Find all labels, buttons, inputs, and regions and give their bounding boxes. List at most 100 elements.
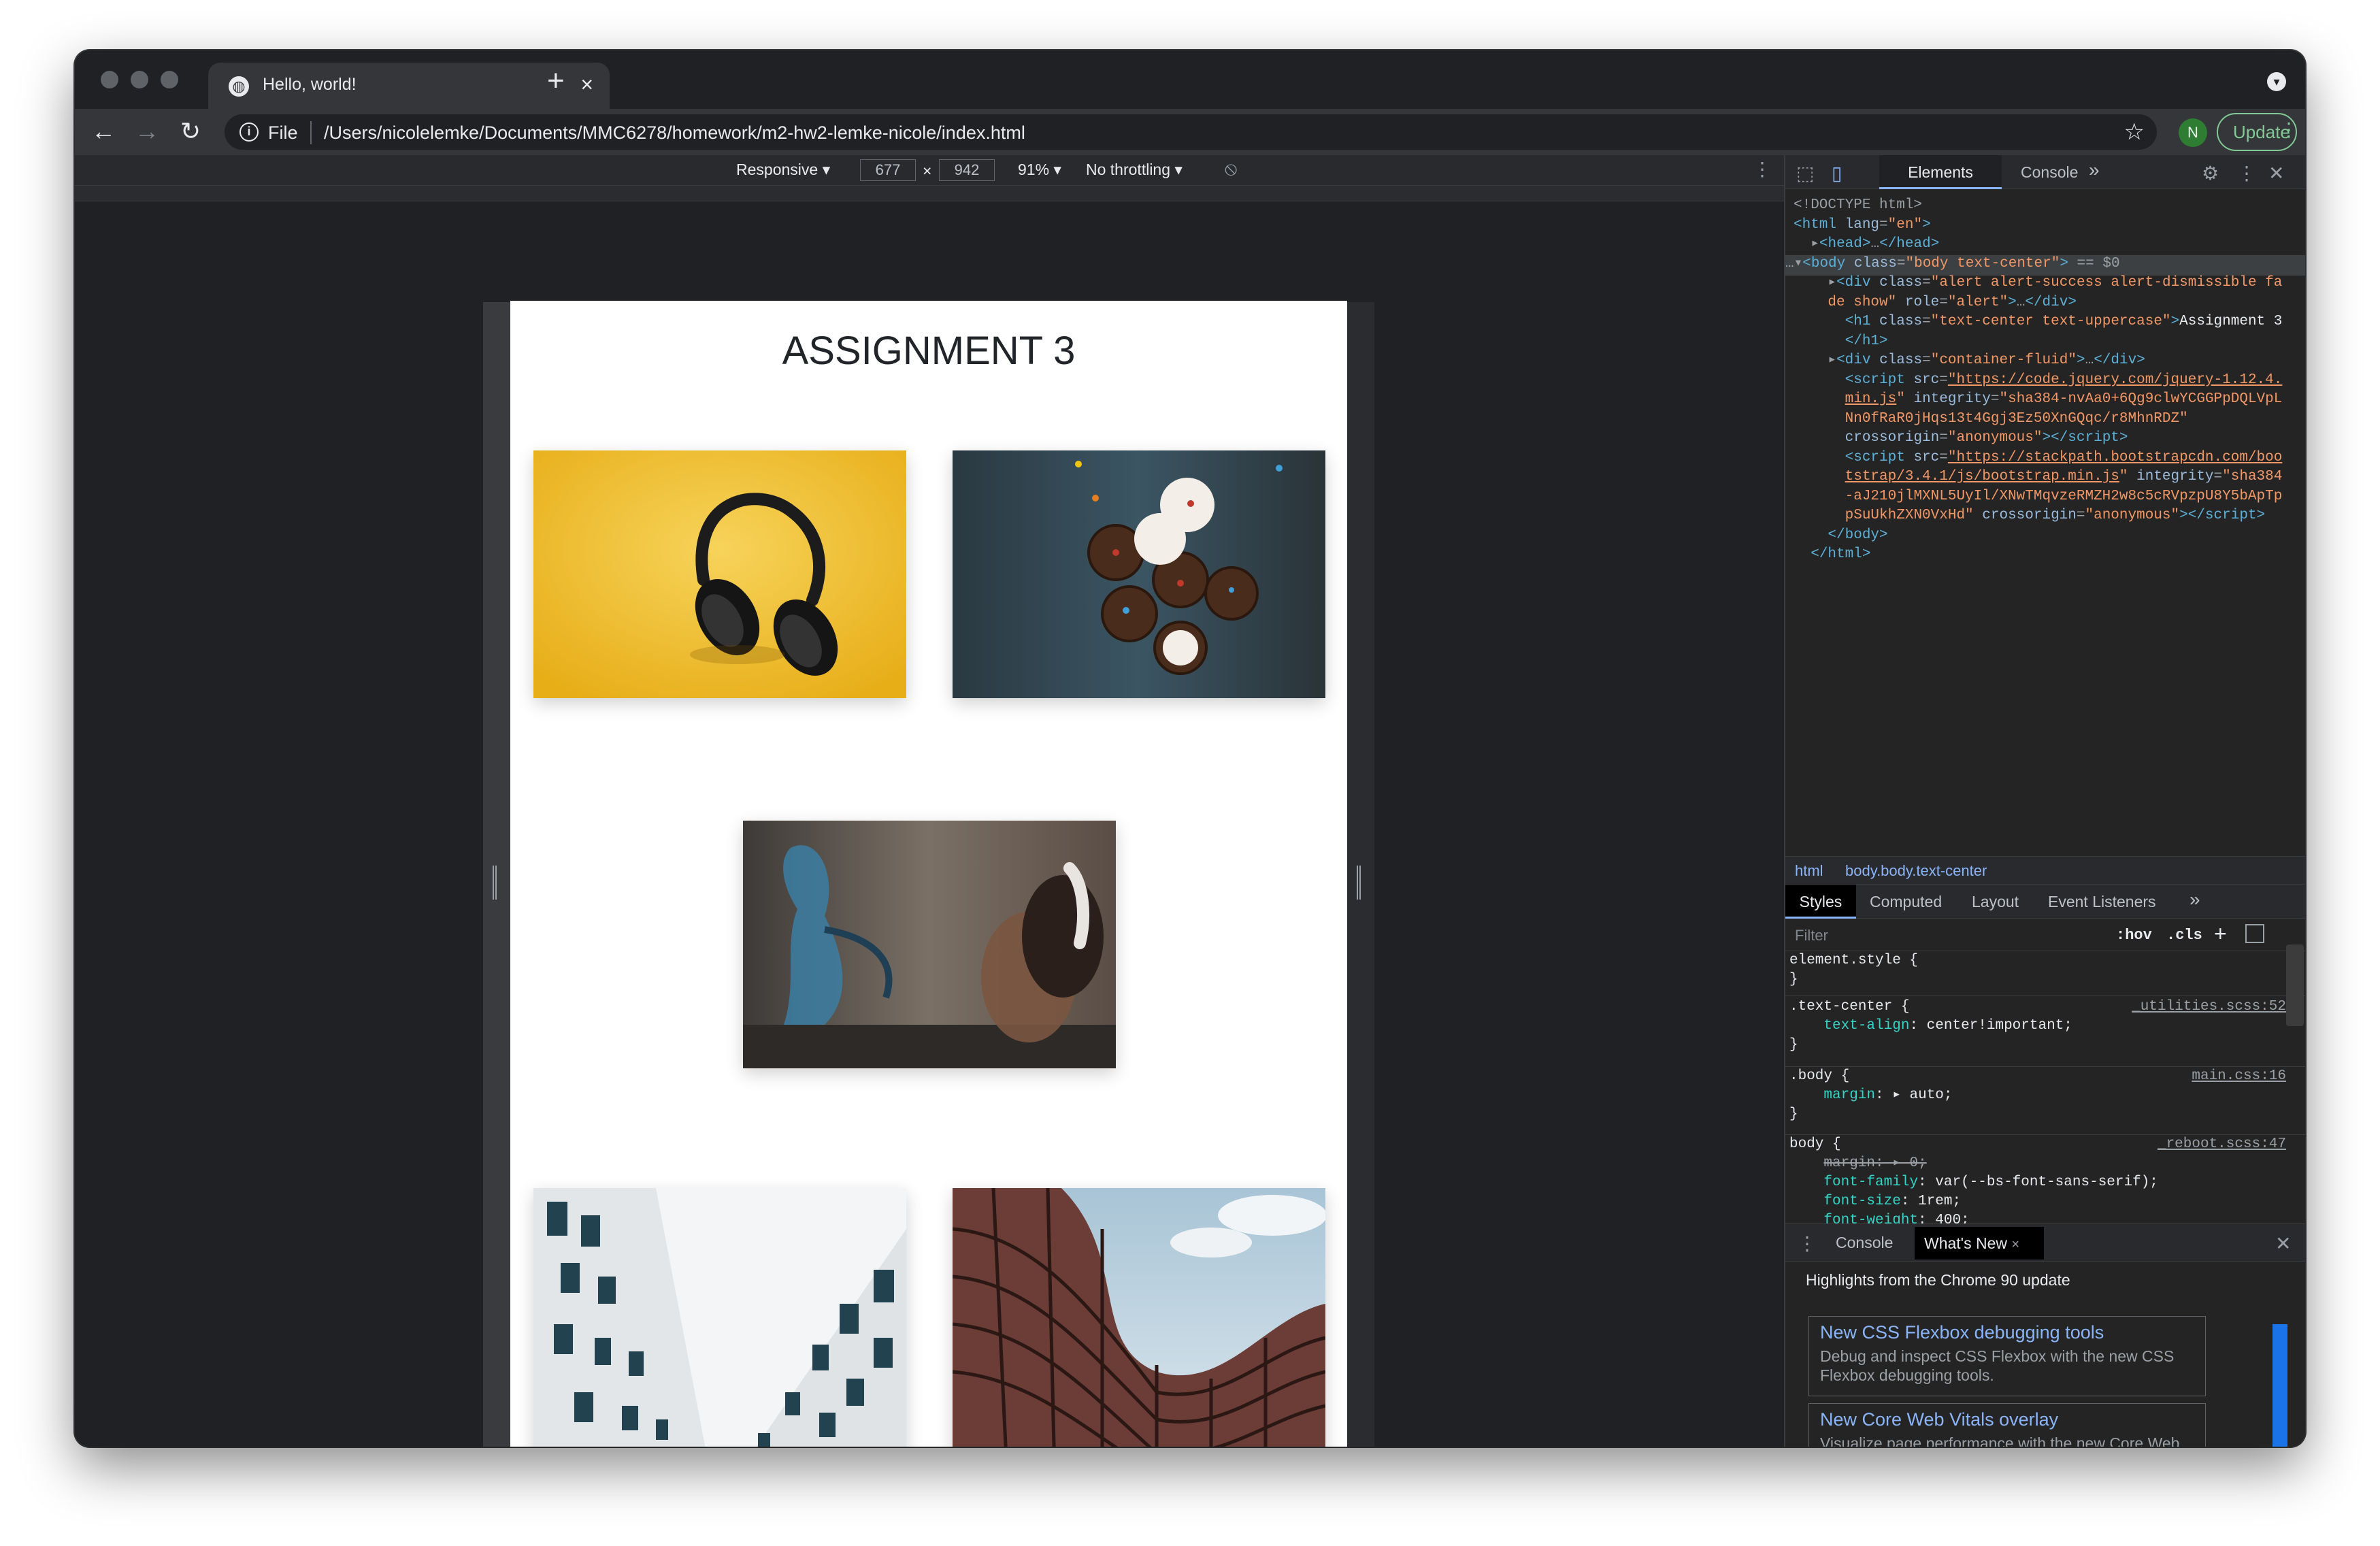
dom-line[interactable]: Nn0fRaR0jHqs13t4Ggj3Ez50XnGQqc/r8MhnRDZ" [1794, 410, 2304, 429]
dom-line[interactable]: </body> [1794, 526, 2304, 546]
cupcakes-image [953, 450, 1325, 698]
dom-line[interactable]: tstrap/3.4.1/js/bootstrap.min.js" integr… [1794, 467, 2304, 487]
styles-scrollbar[interactable] [2286, 944, 2304, 1026]
dom-line[interactable]: <html lang="en"> [1794, 216, 2304, 235]
card-title[interactable]: New CSS Flexbox debugging tools [1820, 1322, 2104, 1343]
dom-line[interactable]: <!DOCTYPE html> [1794, 196, 2304, 216]
drawer-tab-console[interactable]: Console [1836, 1234, 1893, 1252]
dimension-separator: × [923, 162, 932, 180]
close-icon[interactable]: × [580, 72, 593, 97]
dom-line[interactable]: …▾<body class="body text-center"> == $0 [1785, 254, 2304, 274]
dom-line[interactable]: ▸<head>…</head> [1794, 235, 2304, 254]
back-button[interactable]: ← [88, 117, 118, 146]
more-tabs-icon[interactable]: » [2089, 159, 2100, 181]
cls-toggle[interactable]: .cls [2166, 927, 2202, 944]
tab-elements[interactable]: Elements [1879, 155, 2002, 189]
height-input[interactable]: 942 [939, 159, 995, 181]
device-more-icon[interactable]: ⋮ [1753, 158, 1772, 180]
dom-line[interactable]: pSuUkhZXN0VxHd" crossorigin="anonymous">… [1794, 506, 2304, 526]
new-tab-button[interactable]: + [547, 64, 565, 98]
frame-left [483, 302, 510, 1447]
dom-line[interactable]: ▸<div class="alert alert-success alert-d… [1794, 274, 2304, 293]
reload-button[interactable]: ↻ [176, 117, 205, 146]
headphones-image [533, 450, 906, 698]
resize-handle-right[interactable] [1357, 866, 1361, 900]
dom-line[interactable]: <script src="https://stackpath.bootstrap… [1794, 448, 2304, 468]
zoom-select[interactable]: 91% ▾ [1018, 161, 1061, 179]
whats-new-label: What's New [1924, 1234, 2007, 1252]
resize-handle-left[interactable] [493, 866, 497, 900]
info-icon[interactable]: i [239, 122, 259, 142]
scheme-label: File [268, 122, 298, 143]
whats-new-card[interactable]: New Core Web Vitals overlay Visualize pa… [1808, 1403, 2206, 1447]
divider [310, 121, 312, 144]
card-desc: Debug and inspect CSS Flexbox with the n… [1820, 1347, 2175, 1384]
white-building-image [533, 1188, 906, 1447]
browser-window: ◍ Hello, world! × + ▾ ← → ↻ i File /User… [75, 50, 2305, 1447]
tab-console[interactable]: Console [2021, 163, 2078, 182]
sidebar-toggle-icon[interactable] [2245, 924, 2264, 943]
menu-dots-icon[interactable]: ⋮ [2279, 118, 2298, 141]
css-rule-element-style[interactable]: element.style { } [1785, 951, 2305, 996]
tab-title: Hello, world! [263, 75, 357, 94]
styles-pane[interactable]: element.style { } .text-center {_utiliti… [1785, 951, 2305, 1223]
tab-strip: ◍ Hello, world! × + ▾ [75, 50, 2305, 109]
tab-computed[interactable]: Computed [1870, 893, 1942, 911]
drawer-tab-whats-new[interactable]: What's New × [1915, 1227, 2044, 1260]
whats-new-card[interactable]: New CSS Flexbox debugging tools Debug an… [1808, 1316, 2206, 1396]
dom-line[interactable]: <script src="https://code.jquery.com/jqu… [1794, 371, 2304, 391]
inspect-icon[interactable]: ⬚ [1796, 162, 1814, 184]
address-bar[interactable]: i File /Users/nicolelemke/Documents/MMC6… [225, 114, 2157, 150]
tab-search-icon[interactable]: ▾ [2267, 72, 2286, 91]
tab-styles[interactable]: Styles [1785, 885, 1856, 919]
device-toggle-icon[interactable]: ▯ [1832, 162, 1842, 184]
add-rule-icon[interactable]: + [2214, 921, 2227, 947]
dom-line[interactable]: -aJ210jlMXNL5UyIl/XNwTMqvzeRMZH2w8c5cRVp… [1794, 487, 2304, 507]
dom-line[interactable]: min.js" integrity="sha384-nvAa0+6Qg9clwY… [1794, 390, 2304, 410]
tab-layout[interactable]: Layout [1972, 893, 2019, 911]
hov-toggle[interactable]: :hov [2116, 927, 2152, 944]
devtools-menu-icon[interactable]: ⋮ [2237, 162, 2256, 184]
css-rule-body-class[interactable]: .body {main.css:16 margin: ▸ auto; } [1785, 1067, 2305, 1135]
throttle-select[interactable]: No throttling ▾ [1086, 161, 1183, 179]
filter-input[interactable]: Filter [1795, 927, 1828, 944]
media-query-ruler[interactable] [75, 185, 1784, 201]
styles-tabbar: Styles Computed Layout Event Listeners » [1785, 885, 2305, 919]
dom-line[interactable]: crossorigin="anonymous"></script> [1794, 429, 2304, 448]
drawer-menu-icon[interactable]: ⋮ [1798, 1232, 1817, 1255]
more-style-tabs-icon[interactable]: » [2189, 889, 2200, 910]
close-devtools-icon[interactable]: ✕ [2268, 162, 2284, 184]
profile-avatar[interactable]: N [2179, 118, 2207, 147]
card-title[interactable]: New Core Web Vitals overlay [1820, 1409, 2058, 1430]
dom-line[interactable]: ▸<div class="container-fluid">…</div> [1794, 351, 2304, 371]
breadcrumb: html body.body.text-center [1785, 856, 2305, 885]
bookmark-star-icon[interactable]: ☆ [2124, 118, 2145, 146]
zoom-window-button[interactable] [161, 71, 178, 88]
dom-line[interactable]: </html> [1794, 545, 2304, 565]
forward-button[interactable]: → [132, 117, 162, 146]
close-drawer-icon[interactable]: ✕ [2275, 1232, 2291, 1255]
device-toolbar: Responsive ▾ 677 × 942 91% ▾ No throttli… [75, 155, 1784, 185]
dom-line[interactable]: </h1> [1794, 332, 2304, 352]
url-text[interactable]: /Users/nicolelemke/Documents/MMC6278/hom… [324, 122, 1025, 144]
dom-line[interactable]: <h1 class="text-center text-uppercase">A… [1794, 312, 2304, 332]
close-window-button[interactable] [101, 71, 118, 88]
browser-toolbar: ← → ↻ i File /Users/nicolelemke/Document… [75, 109, 2305, 155]
close-icon[interactable]: × [2011, 1237, 2019, 1252]
breadcrumb-body[interactable]: body.body.text-center [1845, 862, 1987, 880]
tab-event-listeners[interactable]: Event Listeners [2048, 893, 2156, 911]
css-rule-body[interactable]: body {_reboot.scss:47 margin: ▸ 0; font-… [1785, 1135, 2305, 1223]
settings-gear-icon[interactable]: ⚙ [2202, 162, 2219, 184]
breadcrumb-html[interactable]: html [1795, 862, 1823, 880]
minimize-window-button[interactable] [131, 71, 148, 88]
width-input[interactable]: 677 [860, 159, 916, 181]
devtools-panel: ⬚ ▯ Elements Console » ⚙ ⋮ ✕ <!DOCTYPE h… [1784, 155, 2305, 1447]
whats-new-video-thumbnail[interactable] [2272, 1324, 2287, 1447]
highlights-heading: Highlights from the Chrome 90 update [1806, 1271, 2070, 1289]
dom-tree[interactable]: <!DOCTYPE html> <html lang="en"> ▸<head>…… [1785, 196, 2304, 565]
rotate-icon[interactable]: ⦸ [1225, 158, 1237, 180]
dom-line[interactable]: de show" role="alert">…</div> [1794, 293, 2304, 313]
styles-filter-bar: Filter :hov .cls + [1785, 919, 2305, 951]
device-mode-select[interactable]: Responsive ▾ [736, 161, 830, 179]
css-rule-text-center[interactable]: .text-center {_utilities.scss:52 text-al… [1785, 998, 2305, 1067]
